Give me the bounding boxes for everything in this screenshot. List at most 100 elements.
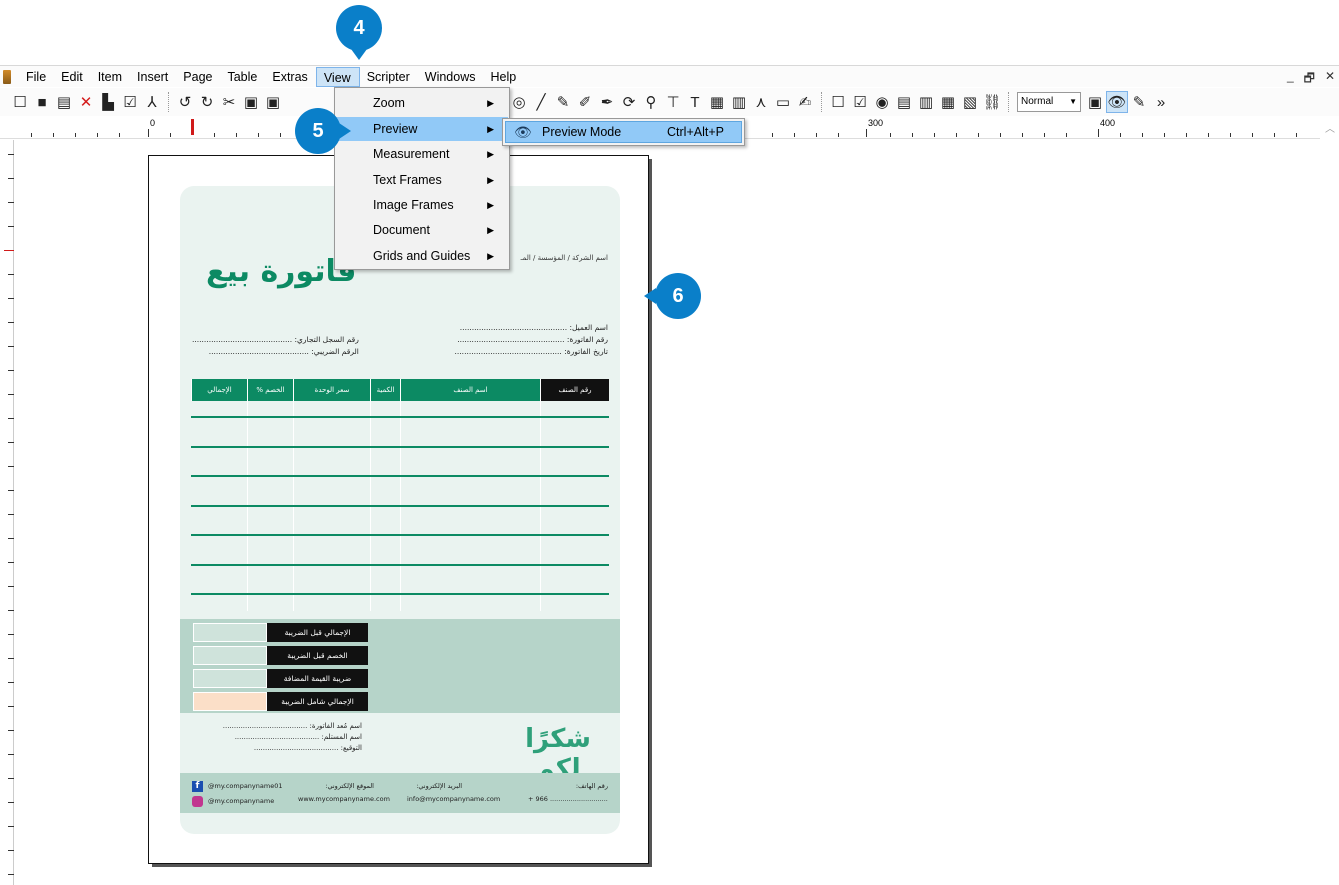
table-row [191,534,609,536]
redo-icon[interactable]: ↻ [196,91,218,113]
menu-item-label: Zoom [373,96,405,110]
menu-table[interactable]: Table [220,67,265,87]
save-icon[interactable]: ▤ [53,91,75,113]
preview-mode-menu-item[interactable]: 👁 Preview Mode Ctrl+Alt+P [505,121,742,143]
items-table: رقم الصنف اسم الصنف الكمية سعر الوحدة ال… [191,379,609,611]
view-menu-document[interactable]: Document ▶ [336,218,508,242]
close-document-icon[interactable]: ✕ [75,91,97,113]
paste-icon[interactable]: ▣ [262,91,284,113]
pdf-button-icon[interactable]: ☐ [827,91,849,113]
header-item-number: رقم الصنف [540,379,609,401]
copy-properties-icon[interactable]: ▭ [772,91,794,113]
view-menu-measurement[interactable]: Measurement ▶ [336,142,508,166]
undo-icon[interactable]: ↺ [174,91,196,113]
unlink-frames-icon[interactable]: ▥ [728,91,750,113]
menu-item[interactable]: Item [91,67,130,87]
table-row [191,446,609,448]
submenu-arrow-icon: ▶ [487,175,494,185]
view-menu-image-frames[interactable]: Image Frames ▶ [336,193,508,217]
table-header-row: رقم الصنف اسم الصنف الكمية سعر الوحدة ال… [191,379,609,401]
menu-item-label: Grids and Guides [373,249,471,263]
menu-scripter[interactable]: Scripter [360,67,418,87]
color-preview-icon[interactable]: ▣ [1084,91,1106,113]
menu-item-label: Image Frames [373,198,454,212]
zoom-icon[interactable]: ⚲ [640,91,662,113]
open-icon[interactable]: ■ [31,91,53,113]
bezier-icon[interactable]: ✎ [552,91,574,113]
toolbar: ☐ ■ ▤ ✕ ▙ ☑ ⅄ ↺ ↻ ✂ ▣ ▣ ★ ◐ ◎ ╱ ✎ ✐ ✒ ⟳ … [0,88,1339,116]
scroll-up-arrow-icon[interactable]: ︿ [1325,120,1335,135]
customer-name-field: اسم العميل: ............................… [459,323,608,332]
signature-field: التوقيع: ...............................… [253,744,362,752]
menu-edit[interactable]: Edit [54,67,91,87]
measure-icon[interactable]: ⋏ [750,91,772,113]
menu-extras[interactable]: Extras [265,67,315,87]
menu-item-label: Document [373,223,430,237]
grand-total-label: الإجمالي شامل الضريبة [267,692,368,711]
new-document-icon[interactable]: ☐ [9,91,31,113]
menu-help[interactable]: Help [483,67,524,87]
website-value: www.mycompanyname.com [298,795,390,803]
company-registration-fields: رقم السجل التجاري: .....................… [192,334,359,358]
header-item-name: اسم الصنف [400,379,540,401]
view-menu-text-frames[interactable]: Text Frames ▶ [336,168,508,192]
pdf-listbox-icon[interactable]: ▦ [937,91,959,113]
menu-windows[interactable]: Windows [418,67,484,87]
minimize-icon[interactable]: _ [1287,69,1294,90]
spiral-icon[interactable]: ◎ [508,91,530,113]
pdf-radio-icon[interactable]: ◉ [871,91,893,113]
preview-mode-eye-icon[interactable]: 👁 [1106,91,1128,113]
view-menu-grids-and-guides[interactable]: Grids and Guides ▶ [336,244,508,268]
menu-item-label: Preview [373,122,418,136]
calligraphic-icon[interactable]: ✒ [596,91,618,113]
rotate-icon[interactable]: ⟳ [618,91,640,113]
invoice-template[interactable]: اسم الشركة / المؤسسة / المـ فاتورة بيع ا… [180,186,620,834]
story-editor-icon[interactable]: T [684,91,706,113]
pdf-checkbox-icon[interactable]: ☑ [849,91,871,113]
edit-mode-icon[interactable]: ✎ [1128,91,1150,113]
pdf-combobox-icon[interactable]: ▥ [915,91,937,113]
pdf-textfield-icon[interactable]: ▤ [893,91,915,113]
menu-page[interactable]: Page [176,67,220,87]
view-menu-preview[interactable]: Preview ▶ [336,117,508,141]
close-icon[interactable]: ✕ [1325,69,1335,90]
table-row [191,564,609,566]
subtotal-label: الإجمالي قبل الضريبة [267,623,368,642]
more-tools-icon[interactable]: » [1150,91,1172,113]
pdf-annotation-icon[interactable]: ▧ [959,91,981,113]
view-menu-zoom[interactable]: Zoom ▶ [336,91,508,115]
submenu-arrow-icon: ▶ [487,251,494,261]
edit-text-icon[interactable]: ⊤ [662,91,684,113]
customer-fields: اسم العميل: ............................… [455,322,608,358]
render-mode-select[interactable]: Normal [1017,92,1081,112]
table-row [191,505,609,507]
submenu-arrow-icon: ▶ [487,225,494,235]
copy-icon[interactable]: ▣ [240,91,262,113]
restore-icon[interactable]: 🗗 [1304,69,1315,90]
table-body [191,401,609,611]
menu-view[interactable]: View [315,66,360,87]
export-pdf-icon[interactable]: ⅄ [141,91,163,113]
total-value-box [193,646,267,665]
pdf-link-icon[interactable]: ⛓ [981,91,1003,113]
preflight-check-icon[interactable]: ☑ [119,91,141,113]
table-row [191,475,609,477]
grand-total-row: الإجمالي شامل الضريبة [193,692,368,713]
header-discount: الخصم % [247,379,293,401]
menu-item-label: Text Frames [373,173,442,187]
menu-insert[interactable]: Insert [130,67,176,87]
submenu-arrow-icon: ▶ [487,124,494,134]
cut-icon[interactable]: ✂ [218,91,240,113]
total-value-box [193,669,267,688]
step-6-badge: 6 [644,273,701,319]
header-quantity: الكمية [370,379,400,401]
line-icon[interactable]: ╱ [530,91,552,113]
signature-fields: اسم مُعد الفاتورة: .....................… [192,721,362,754]
menu-file[interactable]: File [19,67,54,87]
eyedropper-icon[interactable]: ✍ [794,91,816,113]
print-icon[interactable]: ▙ [97,91,119,113]
link-frames-icon[interactable]: ▦ [706,91,728,113]
step-4-badge: 4 [336,5,382,60]
email-value: info@mycompanyname.com [407,795,501,803]
freehand-icon[interactable]: ✐ [574,91,596,113]
